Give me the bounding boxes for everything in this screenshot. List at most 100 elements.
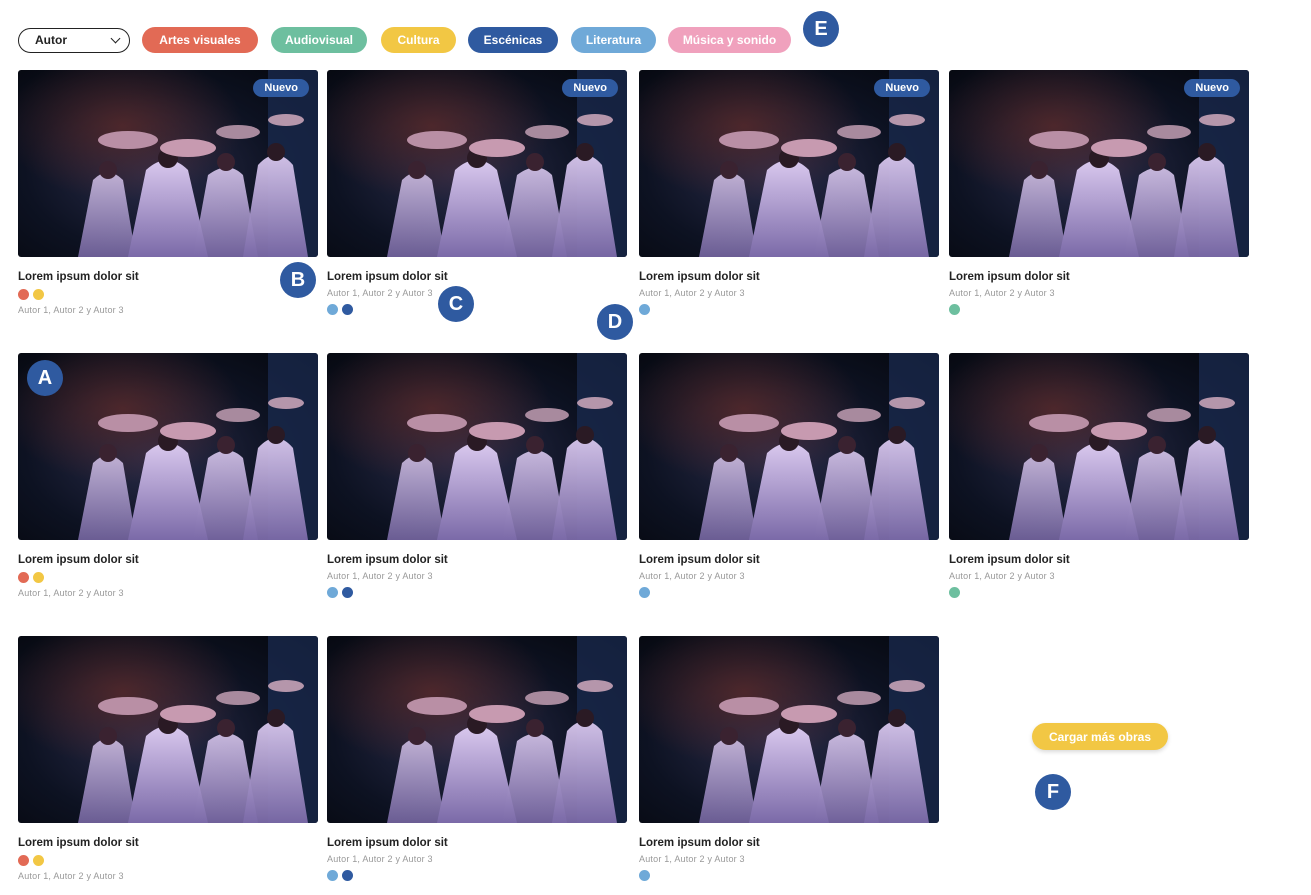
work-card[interactable]: Lorem ipsum dolor sit Autor 1, Autor 2 y… bbox=[327, 353, 627, 598]
category-dot bbox=[639, 304, 650, 315]
work-thumbnail[interactable] bbox=[327, 353, 627, 540]
category-dot bbox=[639, 870, 650, 881]
category-dots bbox=[949, 304, 1249, 315]
performance-photo-image bbox=[18, 636, 318, 823]
work-authors: Autor 1, Autor 2 y Autor 3 bbox=[18, 305, 124, 315]
author-select-label: Autor bbox=[35, 33, 67, 47]
work-card[interactable]: Lorem ipsum dolor sit Autor 1, Autor 2 y… bbox=[639, 636, 939, 881]
callout-marker-c: C bbox=[438, 286, 474, 322]
category-dots bbox=[639, 587, 939, 598]
chip-artes-visuales[interactable]: Artes visuales bbox=[142, 27, 258, 53]
work-authors: Autor 1, Autor 2 y Autor 3 bbox=[18, 588, 124, 598]
work-authors: Autor 1, Autor 2 y Autor 3 bbox=[949, 288, 1055, 298]
category-dots bbox=[327, 304, 627, 315]
chip-escenicas[interactable]: Escénicas bbox=[468, 27, 558, 53]
work-card[interactable]: Nuevo Lorem ipsum dolor sit Autor 1, Aut… bbox=[327, 70, 627, 315]
work-title[interactable]: Lorem ipsum dolor sit bbox=[639, 554, 939, 566]
work-title[interactable]: Lorem ipsum dolor sit bbox=[18, 837, 318, 849]
work-title[interactable]: Lorem ipsum dolor sit bbox=[949, 554, 1249, 566]
category-dot bbox=[18, 572, 29, 583]
work-thumbnail[interactable] bbox=[327, 636, 627, 823]
category-dot bbox=[33, 855, 44, 866]
work-thumbnail[interactable]: Nuevo bbox=[327, 70, 627, 257]
work-thumbnail[interactable] bbox=[639, 353, 939, 540]
new-badge: Nuevo bbox=[1184, 79, 1240, 97]
work-card[interactable]: Lorem ipsum dolor sit Autor 1, Autor 2 y… bbox=[327, 636, 627, 881]
category-dot bbox=[342, 870, 353, 881]
performance-photo-image bbox=[18, 353, 318, 540]
new-badge: Nuevo bbox=[562, 79, 618, 97]
chip-cultura[interactable]: Cultura bbox=[381, 27, 456, 53]
category-dots bbox=[327, 870, 627, 881]
work-card[interactable]: Nuevo Lorem ipsum dolor sit Autor 1, Aut… bbox=[18, 70, 318, 315]
category-dot bbox=[18, 855, 29, 866]
work-title[interactable]: Lorem ipsum dolor sit bbox=[639, 271, 939, 283]
work-title[interactable]: Lorem ipsum dolor sit bbox=[327, 837, 627, 849]
chip-audiovisual[interactable]: Audiovisual bbox=[271, 27, 367, 53]
work-card[interactable]: Lorem ipsum dolor sit Autor 1, Autor 2 y… bbox=[949, 353, 1249, 598]
work-authors: Autor 1, Autor 2 y Autor 3 bbox=[18, 871, 124, 881]
work-title[interactable]: Lorem ipsum dolor sit bbox=[18, 271, 318, 283]
callout-marker-f: F bbox=[1035, 774, 1071, 810]
category-dots bbox=[639, 870, 939, 881]
work-title[interactable]: Lorem ipsum dolor sit bbox=[327, 271, 627, 283]
callout-marker-a: A bbox=[27, 360, 63, 396]
work-thumbnail[interactable] bbox=[18, 636, 318, 823]
category-dot bbox=[949, 587, 960, 598]
category-dot bbox=[327, 304, 338, 315]
new-badge: Nuevo bbox=[253, 79, 309, 97]
work-thumbnail[interactable] bbox=[18, 353, 318, 540]
performance-photo-image bbox=[949, 353, 1249, 540]
category-dot bbox=[342, 304, 353, 315]
work-thumbnail[interactable]: Nuevo bbox=[949, 70, 1249, 257]
category-dot bbox=[33, 572, 44, 583]
category-dots bbox=[18, 572, 318, 583]
load-more-button[interactable]: Cargar más obras bbox=[1032, 723, 1168, 750]
work-title[interactable]: Lorem ipsum dolor sit bbox=[18, 554, 318, 566]
work-card[interactable]: Nuevo Lorem ipsum dolor sit Autor 1, Aut… bbox=[949, 70, 1249, 315]
work-thumbnail[interactable]: Nuevo bbox=[639, 70, 939, 257]
work-authors: Autor 1, Autor 2 y Autor 3 bbox=[327, 571, 433, 581]
performance-photo-image bbox=[949, 70, 1249, 257]
category-dot bbox=[327, 870, 338, 881]
work-title[interactable]: Lorem ipsum dolor sit bbox=[639, 837, 939, 849]
work-authors: Autor 1, Autor 2 y Autor 3 bbox=[949, 571, 1055, 581]
work-authors: Autor 1, Autor 2 y Autor 3 bbox=[639, 288, 745, 298]
chip-musica-y-sonido[interactable]: Música y sonido bbox=[668, 27, 791, 53]
work-title[interactable]: Lorem ipsum dolor sit bbox=[949, 271, 1249, 283]
category-dot bbox=[33, 289, 44, 300]
filter-bar: Autor Artes visuales Audiovisual Cultura… bbox=[18, 27, 793, 53]
work-card[interactable]: Nuevo Lorem ipsum dolor sit Autor 1, Aut… bbox=[639, 70, 939, 315]
category-dots bbox=[639, 304, 939, 315]
work-title[interactable]: Lorem ipsum dolor sit bbox=[327, 554, 627, 566]
category-dot bbox=[342, 587, 353, 598]
performance-photo-image bbox=[327, 636, 627, 823]
author-select[interactable]: Autor bbox=[18, 27, 130, 53]
new-badge: Nuevo bbox=[874, 79, 930, 97]
work-authors: Autor 1, Autor 2 y Autor 3 bbox=[327, 288, 433, 298]
work-card[interactable]: Lorem ipsum dolor sit Autor 1, Autor 2 y… bbox=[18, 353, 318, 598]
callout-marker-e: E bbox=[803, 11, 839, 47]
work-authors: Autor 1, Autor 2 y Autor 3 bbox=[327, 854, 433, 864]
performance-photo-image bbox=[327, 70, 627, 257]
performance-photo-image bbox=[18, 70, 318, 257]
category-dot bbox=[639, 587, 650, 598]
work-authors: Autor 1, Autor 2 y Autor 3 bbox=[639, 571, 745, 581]
category-dots bbox=[949, 587, 1249, 598]
performance-photo-image bbox=[327, 353, 627, 540]
category-dots bbox=[18, 855, 318, 866]
performance-photo-image bbox=[639, 636, 939, 823]
work-card[interactable]: Lorem ipsum dolor sit Autor 1, Autor 2 y… bbox=[639, 353, 939, 598]
performance-photo-image bbox=[639, 70, 939, 257]
work-card[interactable]: Lorem ipsum dolor sit Autor 1, Autor 2 y… bbox=[18, 636, 318, 881]
work-thumbnail[interactable] bbox=[949, 353, 1249, 540]
chip-literatura[interactable]: Literatura bbox=[571, 27, 656, 53]
work-thumbnail[interactable]: Nuevo bbox=[18, 70, 318, 257]
callout-marker-d: D bbox=[597, 304, 633, 340]
work-thumbnail[interactable] bbox=[639, 636, 939, 823]
callout-marker-b: B bbox=[280, 262, 316, 298]
category-dots bbox=[327, 587, 627, 598]
chevron-down-icon bbox=[110, 33, 121, 43]
category-dot bbox=[949, 304, 960, 315]
work-authors: Autor 1, Autor 2 y Autor 3 bbox=[639, 854, 745, 864]
